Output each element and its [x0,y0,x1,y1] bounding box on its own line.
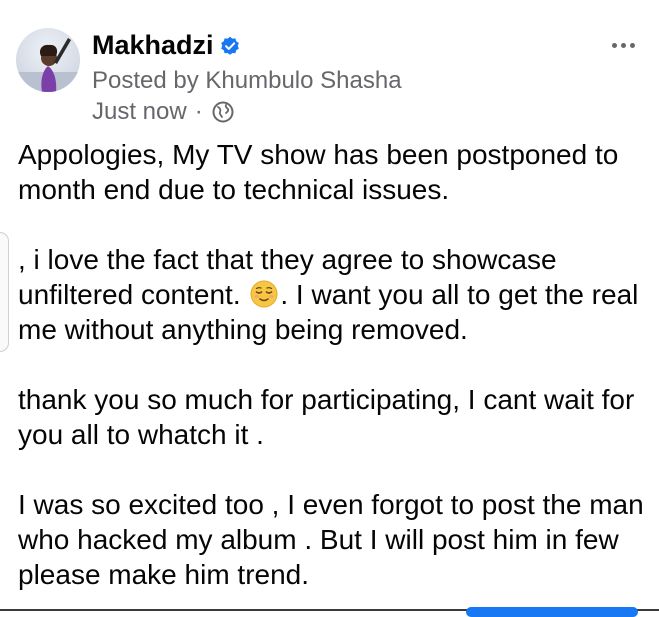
post-paragraph-4: I was so excited too , I even forgot to … [18,489,644,590]
bottom-action-button[interactable] [466,607,638,617]
meta-separator: · [194,98,203,125]
author-name[interactable]: Makhadzi [92,30,214,61]
verified-badge-icon [220,36,240,56]
author-row: Makhadzi [92,30,240,61]
relieved-face-emoji-icon [250,280,278,308]
more-options-icon [611,42,617,48]
post-timestamp[interactable]: Just now [92,98,187,126]
avatar-photo [16,38,80,92]
post-meta: Just now · [92,98,235,126]
post-paragraph-1: Appologies, My TV show has been postpone… [18,139,619,205]
post-paragraph-2: , i love the fact that they agree to sho… [18,242,648,347]
post-paragraph-3: thank you so much for participating, I c… [18,384,635,450]
left-edge-tab [0,232,9,352]
post-text: Appologies, My TV show has been postpone… [18,137,648,592]
posted-by-line[interactable]: Posted by Khumbulo Shasha [92,67,402,95]
more-options-button[interactable] [605,30,641,60]
globe-icon[interactable] [211,100,235,124]
profile-avatar[interactable] [16,28,80,92]
